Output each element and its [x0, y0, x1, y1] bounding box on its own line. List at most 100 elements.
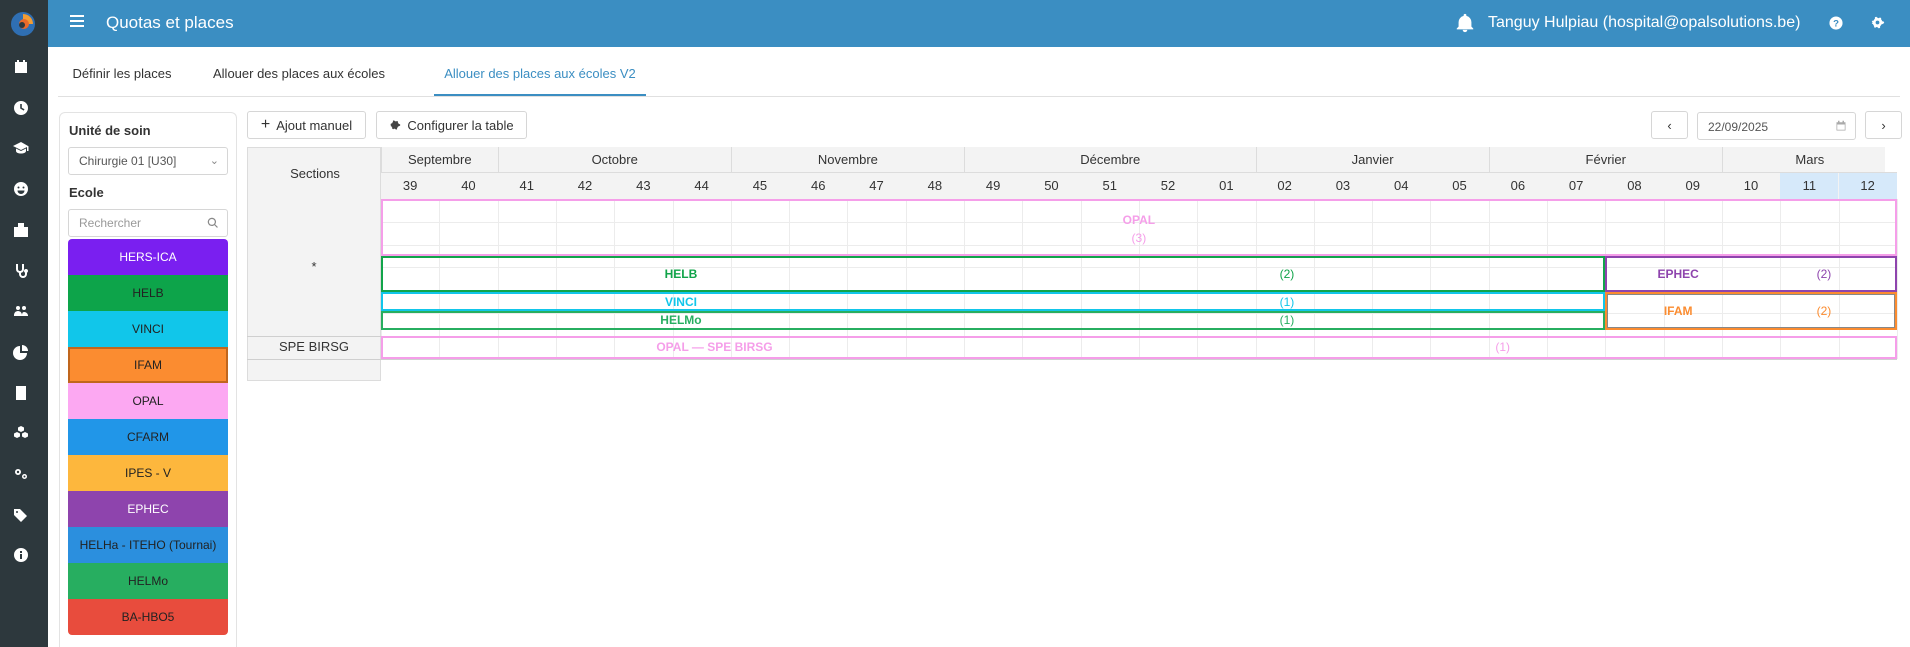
grid-bottom-line — [247, 358, 1897, 360]
week-number: 51 — [1102, 178, 1117, 193]
allocation-bar[interactable] — [381, 256, 1606, 293]
allocation-count: (2) — [1279, 267, 1295, 282]
info-icon[interactable] — [12, 546, 30, 564]
week-number: 09 — [1685, 178, 1700, 193]
bell-icon[interactable] — [1454, 12, 1476, 34]
week-number: 46 — [811, 178, 826, 193]
allocation-count: (1) — [1495, 340, 1511, 355]
allocation-count: (1) — [1279, 313, 1295, 328]
week-number: 50 — [1044, 178, 1059, 193]
section-label: * — [311, 259, 317, 274]
tags-icon[interactable] — [12, 506, 30, 524]
chevron-down-icon: ⌄ — [209, 155, 219, 167]
section-label: SPE BIRSG — [278, 339, 350, 354]
search-placeholder: Rechercher — [79, 216, 142, 230]
svg-text:?: ? — [1833, 19, 1839, 30]
allocation-bar[interactable] — [1605, 256, 1897, 293]
tab-allouer-places[interactable]: Allouer des places aux écoles — [210, 60, 388, 96]
allocation-bar[interactable] — [381, 199, 1897, 256]
school-item[interactable]: BA-HBO5 — [68, 599, 228, 635]
week-number: 41 — [519, 178, 534, 193]
allocation-school: OPAL — [1122, 213, 1156, 227]
chevron-left-icon: ‹ — [1667, 117, 1672, 133]
id-card-icon[interactable] — [12, 384, 30, 402]
week-number: 52 — [1160, 178, 1176, 193]
sections-header: Sections — [290, 166, 340, 181]
school-item[interactable]: VINCI — [68, 311, 228, 347]
filter-panel: Unité de soin Chirurgie 01 [U30] ⌄ Ecole… — [59, 112, 237, 647]
hamburger-menu-icon[interactable] — [70, 15, 84, 29]
allocation-school: OPAL — SPE BIRSG — [656, 340, 773, 355]
configure-table-button[interactable]: Configurer la table — [376, 111, 527, 139]
week-number: 12 — [1860, 178, 1875, 193]
allocation-bar[interactable] — [381, 310, 1606, 331]
month-header: Février — [1488, 147, 1722, 173]
allocation-count: (2) — [1816, 304, 1832, 319]
week-number: 10 — [1743, 178, 1759, 193]
week-number: 08 — [1627, 178, 1642, 193]
hospital-icon[interactable] — [12, 221, 30, 239]
smiley-icon[interactable] — [12, 180, 30, 198]
grid-column-line — [1896, 199, 1898, 359]
left-rail — [0, 0, 48, 647]
week-number: 48 — [927, 178, 943, 193]
week-number: 06 — [1510, 178, 1526, 193]
configure-table-label: Configurer la table — [407, 117, 514, 133]
allocation-school: EPHEC — [1657, 267, 1699, 282]
month-header: Septembre — [381, 147, 498, 173]
allocation-bar[interactable] — [381, 292, 1606, 311]
date-picker-input[interactable]: 22/09/2025 — [1697, 112, 1856, 140]
allocation-bar[interactable] — [1605, 292, 1897, 331]
tab-definir-places[interactable]: Définir les places — [58, 60, 186, 96]
school-item[interactable]: IPES - V — [68, 455, 228, 491]
graduation-cap-icon[interactable] — [12, 139, 30, 157]
search-icon — [207, 217, 218, 228]
pie-chart-icon[interactable] — [12, 343, 30, 361]
unit-select[interactable]: Chirurgie 01 [U30] ⌄ — [68, 147, 228, 175]
users-icon[interactable] — [12, 302, 30, 320]
week-number: 40 — [461, 178, 476, 193]
school-search-input[interactable]: Rechercher — [68, 209, 228, 237]
allocation-bar[interactable] — [381, 335, 1897, 359]
calendar-icon[interactable] — [12, 58, 30, 76]
school-item[interactable]: HELB — [68, 275, 228, 311]
tab-bar: Définir les places Allouer des places au… — [58, 60, 1900, 97]
settings-gear-icon[interactable] — [1870, 15, 1885, 30]
next-week-button[interactable]: › — [1865, 111, 1902, 139]
allocation-count: (3) — [1131, 231, 1147, 245]
allocation-school: VINCI — [664, 294, 697, 309]
school-item[interactable]: EPHEC — [68, 491, 228, 527]
school-item[interactable]: HELMo — [68, 563, 228, 599]
week-number: 43 — [636, 178, 651, 193]
page-title: Quotas et places — [106, 13, 234, 32]
week-number: 45 — [752, 178, 768, 193]
allocation-count: (1) — [1279, 294, 1295, 309]
school-item[interactable]: HERS-ICA — [68, 239, 228, 275]
plus-icon: + — [260, 116, 271, 133]
week-number: 04 — [1394, 178, 1409, 193]
month-header: Janvier — [1255, 147, 1489, 173]
month-header: Mars — [1721, 147, 1897, 173]
week-number: 01 — [1219, 178, 1234, 193]
unit-label: Unité de soin — [69, 123, 151, 138]
user-name[interactable]: Tanguy Hulpiau (hospital@opalsolutions.b… — [1488, 14, 1800, 32]
cogs-icon[interactable] — [12, 465, 30, 483]
stethoscope-icon[interactable] — [12, 262, 30, 280]
add-manual-button[interactable]: + Ajout manuel — [247, 111, 366, 139]
chevron-right-icon: › — [1881, 117, 1886, 133]
tab-allouer-places-v2[interactable]: Allouer des places aux écoles V2 — [434, 60, 646, 96]
allocation-school: HELMo — [660, 313, 702, 328]
school-item[interactable]: IFAM — [68, 347, 228, 383]
week-number: 03 — [1335, 178, 1351, 193]
previous-week-button[interactable]: ‹ — [1651, 111, 1688, 139]
help-icon[interactable]: ? — [1829, 16, 1843, 30]
planning-grid: Sections Septembre Octobre Novembre Décembr… — [247, 147, 1898, 381]
cubes-icon[interactable] — [12, 424, 30, 442]
week-number: 44 — [694, 178, 709, 193]
clock-icon[interactable] — [12, 99, 30, 117]
add-manual-label: Ajout manuel — [276, 117, 353, 133]
school-item[interactable]: CFARM — [68, 419, 228, 455]
allocation-count: (2) — [1816, 267, 1832, 282]
school-item[interactable]: OPAL — [68, 383, 228, 419]
school-item[interactable]: HELHa - ITEHO (Tournai) — [68, 527, 228, 563]
